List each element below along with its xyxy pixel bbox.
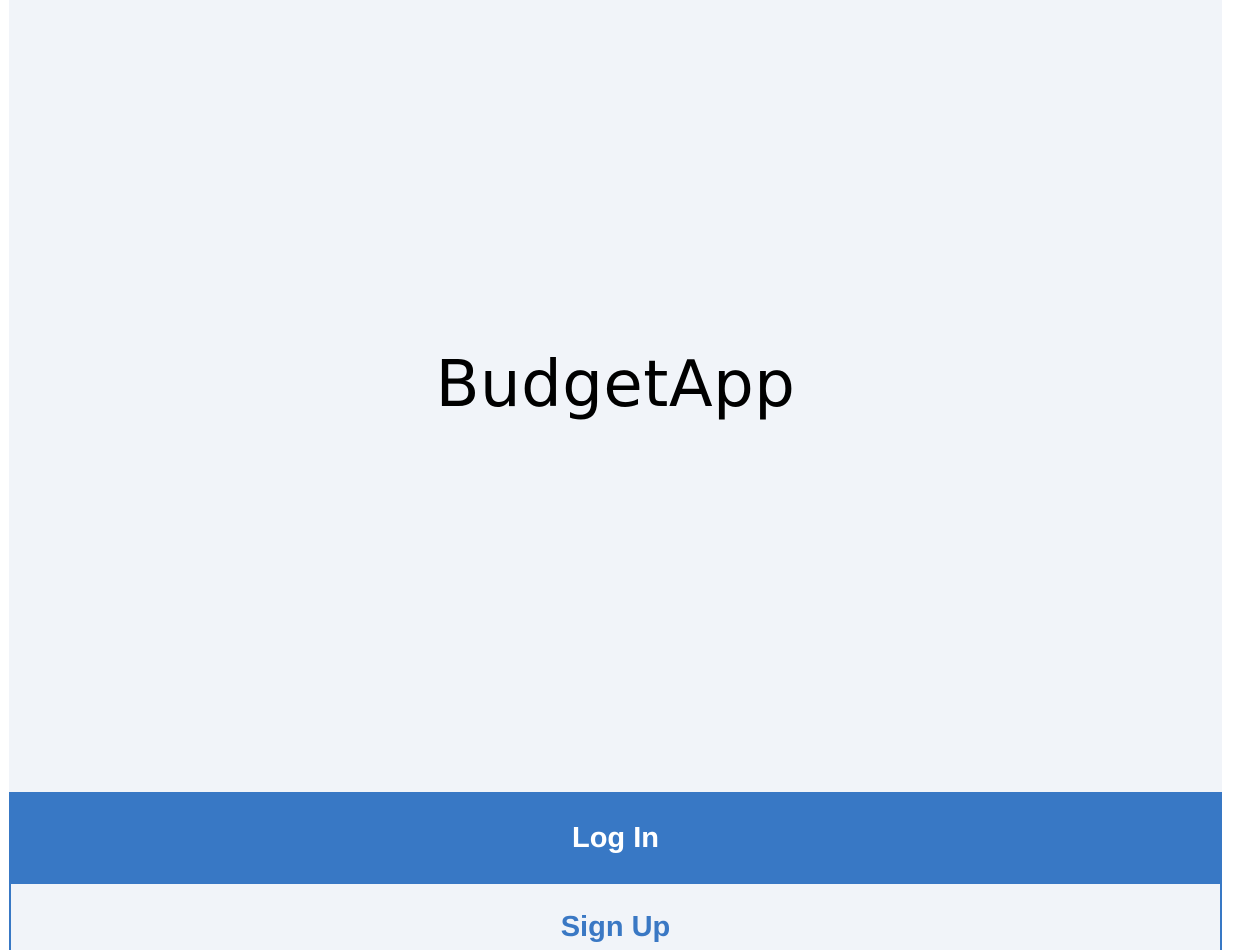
login-button[interactable]: Log In (9, 792, 1222, 884)
signup-button[interactable]: Sign Up (9, 884, 1222, 950)
app-screen: BudgetApp Log In Sign Up (9, 0, 1222, 950)
app-title: BudgetApp (435, 348, 796, 422)
title-area: BudgetApp (9, 0, 1222, 792)
